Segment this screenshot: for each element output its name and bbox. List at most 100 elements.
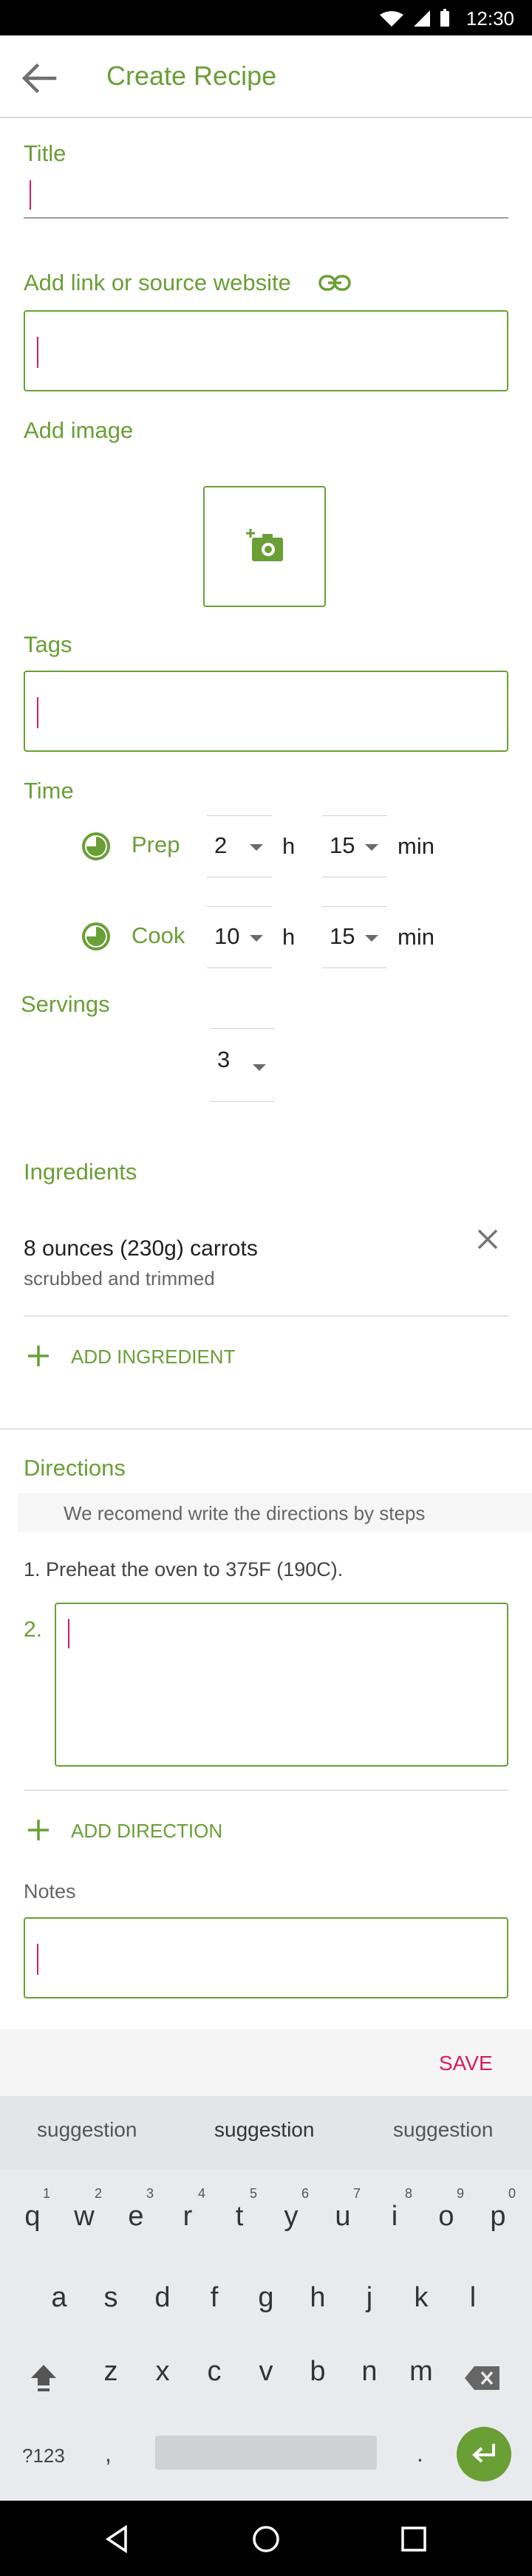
- suggestion-bar: suggestion suggestion suggestion: [0, 2096, 532, 2170]
- suggestion[interactable]: suggestion: [393, 2118, 493, 2142]
- add-photo-icon: [246, 529, 283, 561]
- key-o[interactable]: o: [424, 2201, 468, 2233]
- status-time: 12:30: [466, 7, 514, 30]
- title-label: Title: [24, 140, 66, 166]
- nav-home-icon[interactable]: [251, 2524, 281, 2554]
- close-icon[interactable]: [474, 1226, 501, 1253]
- link-input[interactable]: [24, 310, 508, 391]
- notes-input[interactable]: [24, 1917, 508, 1998]
- prep-minutes-dropdown[interactable]: 15: [322, 815, 387, 877]
- dropdown-arrow-icon: [365, 844, 378, 851]
- key-f[interactable]: f: [192, 2282, 236, 2314]
- cook-minutes-dropdown[interactable]: 15: [322, 906, 387, 968]
- suggestion[interactable]: suggestion: [214, 2118, 314, 2142]
- keyboard-row-3: zxcvbnm: [0, 2349, 532, 2408]
- tags-input[interactable]: [24, 671, 508, 752]
- dropdown-arrow-icon: [250, 844, 263, 851]
- key-x[interactable]: x: [140, 2356, 185, 2388]
- key-n[interactable]: n: [347, 2356, 392, 2388]
- key-number-hint: 6: [301, 2186, 310, 2201]
- timer-icon: [82, 922, 110, 950]
- key-r[interactable]: r: [166, 2201, 210, 2233]
- key-t[interactable]: t: [217, 2201, 262, 2233]
- add-image-button[interactable]: [203, 486, 326, 607]
- back-button[interactable]: [16, 56, 61, 100]
- add-direction-button[interactable]: ADD DIRECTION: [24, 1814, 260, 1846]
- servings-label: Servings: [21, 991, 110, 1017]
- status-bar: 12:30: [0, 0, 532, 35]
- key-l[interactable]: l: [451, 2282, 495, 2314]
- key-number-hint: 8: [405, 2186, 413, 2201]
- key-k[interactable]: k: [399, 2282, 443, 2314]
- save-bar: SAVE: [0, 2029, 532, 2096]
- key-u[interactable]: u: [321, 2201, 365, 2233]
- dropdown-arrow-icon: [250, 935, 263, 942]
- prep-hours-dropdown[interactable]: 2: [207, 815, 272, 877]
- key-q[interactable]: q: [10, 2201, 55, 2233]
- space-bar[interactable]: [155, 2436, 377, 2470]
- title-input[interactable]: [24, 174, 508, 219]
- key-s[interactable]: s: [89, 2282, 133, 2314]
- prep-hours-value: 2: [214, 832, 228, 858]
- minutes-unit: min: [398, 833, 434, 859]
- divider: [24, 1315, 508, 1317]
- key-c[interactable]: c: [192, 2356, 236, 2388]
- key-g[interactable]: g: [244, 2282, 288, 2314]
- cook-hours-value: 10: [214, 923, 240, 949]
- cook-hours-dropdown[interactable]: 10: [207, 906, 272, 968]
- save-button[interactable]: SAVE: [439, 2052, 493, 2075]
- cook-label: Cook: [132, 922, 185, 948]
- key-number-hint: 2: [95, 2186, 103, 2201]
- enter-key[interactable]: [457, 2427, 511, 2481]
- servings-value: 3: [217, 1046, 231, 1072]
- ingredients-label: Ingredients: [24, 1159, 137, 1185]
- ingredient-item[interactable]: 8 ounces (230g) carrots scrubbed and tri…: [24, 1226, 508, 1300]
- key-z[interactable]: z: [89, 2356, 133, 2388]
- servings-dropdown[interactable]: 3: [210, 1028, 275, 1102]
- key-v[interactable]: v: [244, 2356, 288, 2388]
- key-a[interactable]: a: [37, 2282, 81, 2314]
- key-e[interactable]: e: [114, 2201, 158, 2233]
- comma-key[interactable]: ,: [105, 2440, 112, 2467]
- suggestion[interactable]: suggestion: [37, 2118, 137, 2142]
- dropdown-arrow-icon: [253, 1064, 266, 1071]
- nav-back-icon[interactable]: [103, 2524, 130, 2554]
- backspace-icon[interactable]: [464, 2365, 501, 2391]
- key-number-hint: 4: [198, 2186, 206, 2201]
- key-i[interactable]: i: [372, 2201, 417, 2233]
- direction-input[interactable]: [55, 1603, 508, 1767]
- directions-hint-bar: We recomend write the directions by step…: [18, 1493, 532, 1532]
- key-d[interactable]: d: [140, 2282, 185, 2314]
- key-j[interactable]: j: [347, 2282, 392, 2314]
- notes-label: Notes: [24, 1880, 76, 1902]
- app-bar: Create Recipe: [0, 35, 532, 118]
- navigation-bar: [0, 2501, 532, 2576]
- key-h[interactable]: h: [296, 2282, 340, 2314]
- key-w[interactable]: w: [62, 2201, 106, 2233]
- key-number-hint: 3: [146, 2186, 154, 2201]
- key-y[interactable]: y: [269, 2201, 313, 2233]
- key-m[interactable]: m: [399, 2356, 443, 2388]
- timer-icon: [82, 832, 110, 860]
- add-ingredient-button[interactable]: ADD INGREDIENT: [24, 1340, 260, 1372]
- directions-label: Directions: [24, 1455, 126, 1481]
- text-caret: [30, 180, 31, 210]
- key-b[interactable]: b: [296, 2356, 340, 2388]
- status-icons: [380, 9, 449, 27]
- keyboard-row-2: asdfghjkl: [0, 2275, 532, 2334]
- time-label: Time: [24, 778, 74, 804]
- enter-icon: [472, 2444, 495, 2463]
- next-step-number: 2.: [24, 1617, 43, 1642]
- key-number-hint: 9: [457, 2186, 465, 2201]
- period-key[interactable]: .: [417, 2440, 423, 2467]
- minutes-unit: min: [398, 924, 434, 950]
- section-divider: [0, 1428, 532, 1430]
- symbols-key[interactable]: ?123: [22, 2445, 65, 2467]
- hours-unit: h: [282, 833, 296, 859]
- shift-icon[interactable]: [27, 2360, 61, 2394]
- key-p[interactable]: p: [476, 2201, 520, 2233]
- page-title: Create Recipe: [106, 61, 277, 91]
- plus-icon: [28, 1346, 49, 1366]
- prep-label: Prep: [132, 832, 180, 857]
- nav-recents-icon[interactable]: [400, 2526, 427, 2552]
